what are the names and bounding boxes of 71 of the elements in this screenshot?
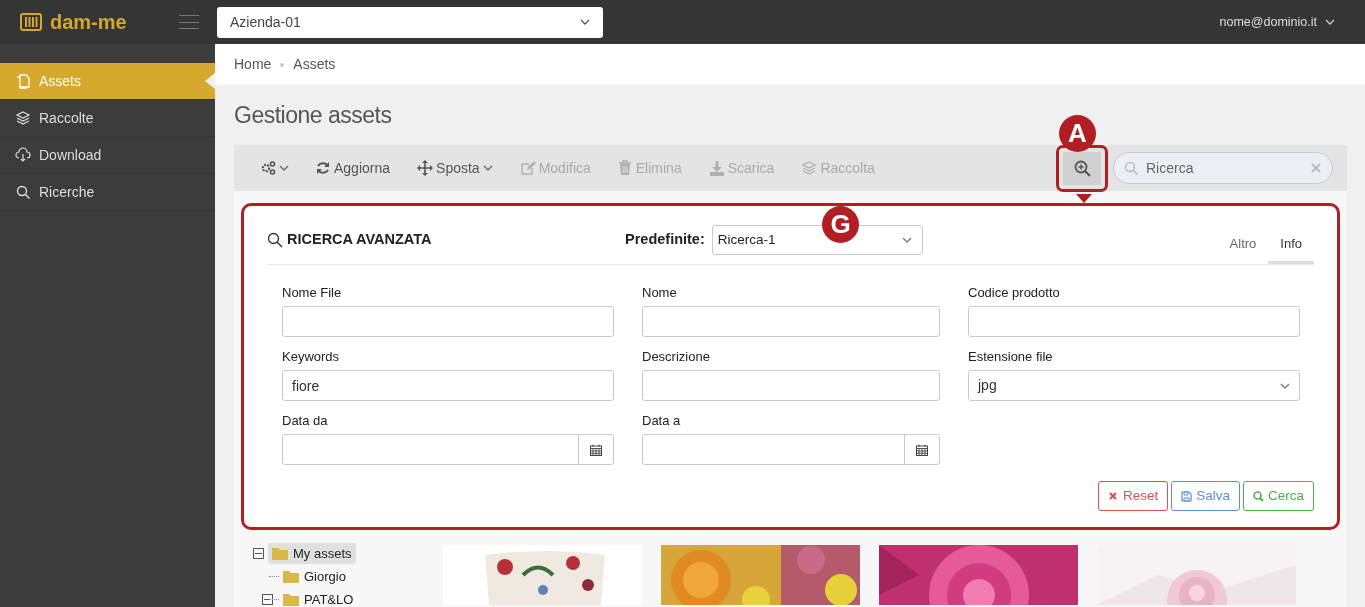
zoom-search-button[interactable]: [1063, 151, 1101, 185]
field-label: Estensione file: [968, 348, 1054, 365]
document-icon: [15, 73, 31, 89]
folder-icon: [283, 570, 299, 583]
input-field[interactable]: [282, 306, 614, 337]
chevron-down-icon: [580, 19, 590, 25]
move-icon: [417, 160, 434, 176]
field-label: Keywords: [282, 348, 341, 365]
field-label: Data da: [282, 412, 329, 429]
logo-text: dam-me: [50, 10, 127, 35]
toolbar-button[interactable]: Sposta: [417, 157, 493, 179]
sidebar-item[interactable]: Raccolte: [0, 100, 215, 137]
edit-icon: [519, 160, 536, 176]
field-label: Data a: [642, 412, 682, 429]
toolbar-button[interactable]: [260, 160, 289, 176]
tab[interactable]: Info: [1268, 226, 1314, 264]
folder-icon: [272, 547, 288, 560]
page-title: Gestione assets: [234, 102, 392, 128]
collapse-toggle[interactable]: [262, 594, 273, 605]
tree-item[interactable]: My assets: [268, 543, 356, 564]
input-field[interactable]: fiore: [282, 370, 614, 401]
input-field[interactable]: [642, 306, 940, 337]
folder-icon: [283, 593, 299, 606]
toolbar-button[interactable]: Aggiorna: [315, 157, 391, 179]
collapse-toggle[interactable]: [253, 548, 264, 559]
cloud-download-icon: [15, 147, 31, 163]
sidebar-item[interactable]: Ricerche: [0, 174, 215, 211]
callout-marker: A: [1059, 115, 1096, 152]
calendar-icon: [590, 443, 602, 456]
date-field[interactable]: [282, 434, 614, 465]
close-icon: [1107, 490, 1119, 502]
preset-label: Predefinite:: [625, 230, 705, 250]
panel-title: RICERCA AVANZATA: [287, 230, 432, 250]
tab[interactable]: Altro: [1217, 226, 1269, 264]
chevron-down-icon: [901, 237, 912, 243]
trash-icon: [616, 160, 633, 176]
search-icon: [1124, 161, 1138, 175]
logo-icon: [20, 12, 42, 32]
action-button[interactable]: Reset: [1097, 481, 1169, 511]
user-menu[interactable]: nome@dominio.it: [1219, 12, 1335, 32]
search-field[interactable]: Ricerca: [1113, 152, 1333, 184]
sidebar-item[interactable]: Download: [0, 137, 215, 174]
clear-icon: [1311, 163, 1321, 173]
select-field[interactable]: jpg: [968, 370, 1300, 401]
search-icon: [1253, 490, 1264, 502]
field-label: Nome File: [282, 284, 343, 301]
calendar-icon: [916, 443, 928, 456]
field-label: Codice prodotto: [968, 284, 1061, 301]
floppy-disk-icon: [1181, 490, 1193, 502]
chevron-down-icon: [1325, 19, 1335, 25]
chevron-down-icon: [1280, 382, 1290, 389]
gears-icon: [260, 160, 276, 176]
breadcrumb-link[interactable]: Assets: [293, 54, 336, 75]
download-icon: [708, 160, 725, 176]
zoom-in-icon: [1073, 159, 1091, 177]
company-dropdown[interactable]: Azienda-01: [217, 6, 603, 38]
selection-pointer: [205, 73, 215, 89]
layers-icon: [15, 110, 31, 126]
input-field[interactable]: [642, 370, 940, 401]
field-label: Descrizione: [642, 348, 711, 365]
input-field[interactable]: [968, 306, 1300, 337]
tree-item[interactable]: Giorgio: [279, 566, 350, 587]
layers-icon: [801, 160, 818, 176]
search-icon: [267, 232, 283, 248]
refresh-icon: [315, 160, 331, 176]
date-field[interactable]: [642, 434, 940, 465]
breadcrumb-link[interactable]: Home: [234, 54, 272, 75]
tree-item[interactable]: PAT&LO: [279, 589, 358, 607]
field-label: Nome: [642, 284, 678, 301]
menu-button[interactable]: [179, 15, 199, 29]
search-icon: [15, 184, 31, 200]
